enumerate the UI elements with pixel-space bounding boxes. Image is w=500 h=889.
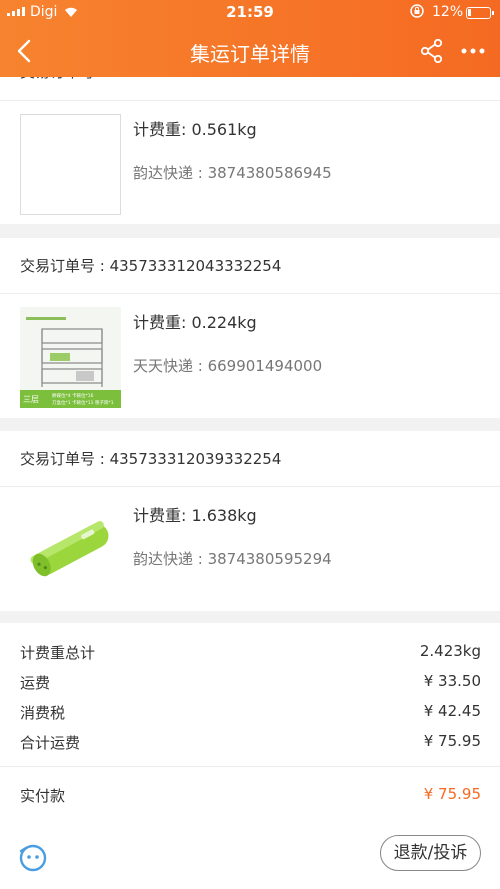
- order-card: 交易订单号 : 435733312043332254 计费重: 0.561kg …: [0, 77, 500, 224]
- summary-value: ¥ 33.50: [423, 672, 481, 690]
- paid-amount: ¥ 75.95: [423, 785, 481, 803]
- summary-label: 运费: [20, 674, 51, 692]
- thumbnail-badge-text: 餅碟位*4 卡碗位*16: [52, 392, 94, 399]
- status-time: 21:59: [226, 3, 274, 21]
- billing-weight: 计费重: 1.638kg: [133, 506, 257, 525]
- payment-summary: 计费重总计 2.423kg 运费 ¥ 33.50 消费税 ¥ 42.45 合计运…: [0, 623, 500, 889]
- share-icon[interactable]: [418, 37, 446, 65]
- billing-weight: 计费重: 0.224kg: [133, 313, 257, 332]
- billing-weight: 计费重: 0.561kg: [133, 120, 257, 139]
- list-item[interactable]: 计费重: 1.638kg 韵达快递 : 3874380595294: [0, 487, 500, 611]
- summary-tax: 消费税 ¥ 42.45: [20, 702, 481, 723]
- dish-rack-thumbnail: 三层 餅碟位*4 卡碗位*16 刀盒位*1 卡碗位*11 筷子筒*1: [20, 307, 121, 408]
- product-thumbnail: [20, 114, 121, 215]
- trade-order-number: 交易订单号 : 435733312043332254: [0, 77, 500, 101]
- order-content: 交易订单号 : 435733312043332254 计费重: 0.561kg …: [0, 77, 500, 889]
- summary-label: 合计运费: [20, 734, 81, 752]
- divider: [0, 766, 500, 767]
- battery-percent: 12%: [432, 4, 464, 20]
- order-card: 交易订单号 : 435733312043332254 三层 餅碟位*4 卡碗位*…: [0, 238, 500, 418]
- summary-paid: 实付款 ¥ 75.95: [20, 785, 481, 806]
- green-tube-thumbnail: [20, 500, 121, 601]
- thumbnail-badge-text: 刀盒位*1 卡碗位*11 筷子筒*1: [52, 399, 114, 406]
- summary-total-weight: 计费重总计 2.423kg: [20, 642, 481, 663]
- courier-tracking[interactable]: 天天快递 : 669901494000: [133, 355, 322, 376]
- list-item[interactable]: 三层 餅碟位*4 卡碗位*16 刀盒位*1 卡碗位*11 筷子筒*1 计费重: …: [0, 294, 500, 418]
- summary-total-freight: 合计运费 ¥ 75.95: [20, 732, 481, 753]
- rotation-lock-icon: [410, 4, 424, 18]
- summary-value: ¥ 75.95: [423, 732, 481, 750]
- trade-order-number: 交易订单号 : 435733312039332254: [0, 431, 500, 487]
- summary-label: 消费税: [20, 704, 66, 722]
- trade-order-number: 交易订单号 : 435733312043332254: [0, 238, 500, 294]
- summary-freight: 运费 ¥ 33.50: [20, 672, 481, 693]
- app-header: Digi 21:59 12% 集运订单详情: [0, 0, 500, 77]
- refund-complaint-button[interactable]: 退款/投诉: [380, 835, 481, 871]
- summary-value: 2.423kg: [419, 642, 481, 660]
- summary-label: 实付款: [20, 787, 66, 805]
- summary-value: ¥ 42.45: [423, 702, 481, 720]
- courier-tracking[interactable]: 韵达快递 : 3874380586945: [133, 162, 332, 183]
- order-card: 交易订单号 : 435733312039332254 计费重: 1.638kg …: [0, 431, 500, 611]
- thumbnail-banner-text: 三层: [23, 395, 39, 404]
- nav-bar: 集运订单详情: [0, 26, 500, 77]
- list-item[interactable]: 计费重: 0.561kg 韵达快递 : 3874380586945: [0, 101, 500, 225]
- battery-icon: [466, 7, 494, 19]
- chat-assistant-icon[interactable]: [18, 843, 48, 873]
- courier-tracking[interactable]: 韵达快递 : 3874380595294: [133, 548, 332, 569]
- more-icon[interactable]: [458, 37, 488, 65]
- status-bar: Digi 21:59 12%: [0, 0, 500, 26]
- summary-label: 计费重总计: [20, 644, 96, 662]
